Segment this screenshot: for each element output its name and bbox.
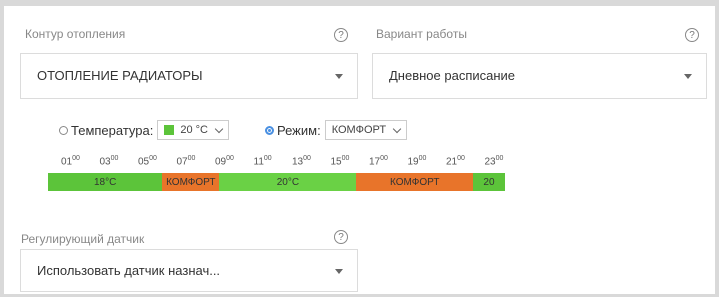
sensor-label: Регулирующий датчик	[21, 232, 145, 246]
operation-mode-value: Дневное расписание	[389, 68, 516, 83]
sensor-help-icon[interactable]: ?	[334, 230, 348, 244]
sensor-value: Использовать датчик назнач...	[37, 263, 221, 278]
regime-value: КОМФОРТ	[331, 124, 387, 136]
chevron-down-icon	[335, 74, 343, 79]
hour-minutes: 00	[110, 155, 119, 162]
regime-option-label: Режим:	[277, 122, 321, 138]
operation-mode-select[interactable]: Дневное расписание	[372, 53, 707, 99]
schedule-bar[interactable]: 18°C КОМФОРТ 20°C КОМФОРТ 20	[48, 173, 505, 191]
hour-minutes: 00	[187, 155, 196, 162]
hour-label: 0300	[99, 155, 119, 168]
regime-radio[interactable]	[265, 125, 274, 135]
heating-settings-panel: Контур отопления ? ОТОПЛЕНИЕ РАДИАТОРЫ В…	[4, 6, 715, 294]
chevron-down-icon	[335, 269, 343, 274]
operation-mode-label: Вариант работы	[376, 27, 467, 41]
schedule-segment[interactable]: КОМФОРТ	[356, 173, 473, 191]
schedule-segment[interactable]: 20	[473, 173, 505, 191]
hour-label: 0100	[61, 155, 80, 168]
hour-label: 1100	[253, 155, 272, 168]
hour-minutes: 00	[341, 155, 350, 162]
schedule-hour-labels: 0100 0300 0500 0700 0900 1100 1300 1500 1700 1900…	[61, 155, 523, 167]
operation-mode-help-icon[interactable]: ?	[685, 28, 699, 42]
schedule-segment[interactable]: КОМФОРТ	[162, 173, 220, 191]
hour-label: 2100	[446, 155, 465, 168]
hour-minutes: 00	[226, 155, 234, 162]
hour-minutes: 00	[72, 155, 80, 162]
hour-minutes: 00	[380, 155, 388, 162]
hour-minutes: 00	[263, 155, 272, 162]
regime-select[interactable]: КОМФОРТ	[324, 120, 408, 140]
heating-circuit-help-icon[interactable]: ?	[334, 28, 348, 42]
hour-label: 1700	[369, 155, 388, 168]
schedule-options-row: Температура: 20 °C Режим: КОМФОРТ	[59, 120, 408, 140]
hour-label: 0700	[176, 155, 196, 168]
temperature-value: 20 °C	[180, 124, 208, 136]
temperature-radio[interactable]	[59, 125, 68, 135]
hour-minutes: 00	[495, 155, 504, 162]
hour-minutes: 00	[149, 155, 157, 162]
temperature-color-swatch	[164, 125, 175, 135]
hour-label: 0900	[215, 155, 234, 168]
hour-label: 1300	[292, 155, 311, 168]
temperature-select[interactable]: 20 °C	[157, 120, 229, 140]
sensor-select[interactable]: Использовать датчик назнач...	[20, 249, 358, 292]
temperature-option-label: Температура:	[71, 122, 154, 138]
chevron-down-icon	[214, 124, 224, 133]
hour-minutes: 00	[418, 155, 427, 162]
hour-label: 1900	[407, 155, 427, 168]
heating-circuit-select[interactable]: ОТОПЛЕНИЕ РАДИАТОРЫ	[20, 53, 358, 99]
heating-circuit-value: ОТОПЛЕНИЕ РАДИАТОРЫ	[37, 68, 203, 83]
chevron-down-icon	[684, 74, 692, 79]
hour-minutes: 00	[457, 155, 465, 162]
hour-minutes: 00	[303, 155, 311, 162]
hour-label: 0500	[138, 155, 157, 168]
chevron-down-icon	[392, 124, 402, 133]
heating-circuit-label: Контур отопления	[25, 27, 126, 41]
hour-label: 2300	[484, 155, 504, 168]
hour-label: 1500	[330, 155, 350, 168]
schedule-segment[interactable]: 20°C	[219, 173, 357, 191]
schedule-segment[interactable]: 18°C	[48, 173, 163, 191]
